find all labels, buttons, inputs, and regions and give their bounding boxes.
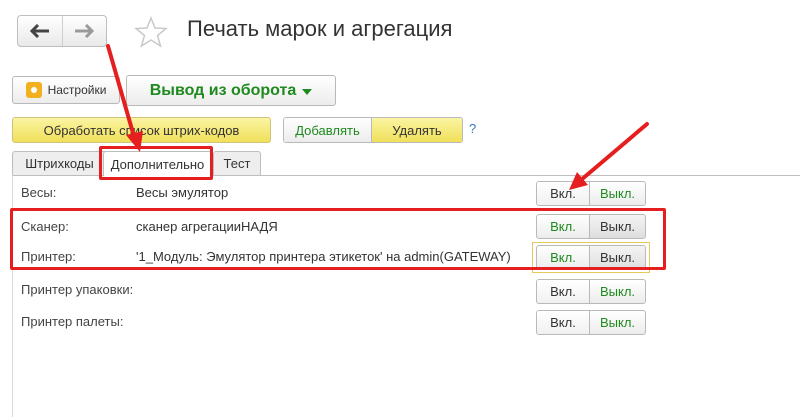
annotation-arrow-1 [106,44,137,142]
annotation-arrowhead-1 [126,131,143,152]
annotation-arrows [106,44,649,190]
annotation-arrow-2 [579,122,649,182]
